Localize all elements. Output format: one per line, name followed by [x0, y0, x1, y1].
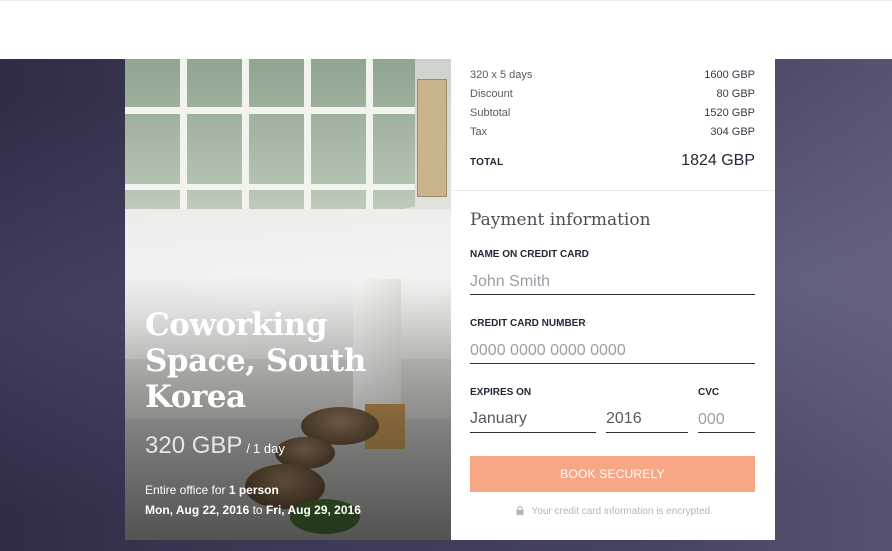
- price-unit: 1 day: [253, 441, 285, 456]
- expires-label: EXPIRES ON: [470, 387, 532, 398]
- price-amount: 320 GBP: [145, 432, 243, 459]
- summary-row: Discount 80 GBP: [470, 88, 755, 100]
- summary-value: 304 GBP: [710, 126, 755, 138]
- payment-heading: Payment information: [470, 210, 651, 230]
- cvc-label: CVC: [698, 387, 720, 398]
- photo-overlay: [125, 59, 451, 540]
- summary-value: 1600 GBP: [704, 69, 755, 81]
- summary-label: Discount: [470, 88, 513, 100]
- expires-year-select[interactable]: 2016: [606, 407, 688, 433]
- total-label: TOTAL: [470, 157, 504, 168]
- total-value: 1824 GBP: [681, 152, 755, 169]
- price-separator: /: [246, 441, 251, 456]
- card-name-input[interactable]: [470, 269, 755, 295]
- occupancy-people: 1 person: [228, 483, 279, 497]
- card-number-input[interactable]: [470, 338, 755, 364]
- total-row: TOTAL 1824 GBP: [470, 152, 755, 170]
- summary-value: 1520 GBP: [704, 107, 755, 119]
- secure-note: Your credit card information is encrypte…: [451, 506, 775, 518]
- lock-icon: [516, 506, 524, 518]
- top-header-bar: [0, 0, 892, 59]
- book-securely-button[interactable]: BOOK SECURELY: [470, 456, 755, 492]
- summary-row: Tax 304 GBP: [470, 126, 755, 138]
- date-connector: to: [252, 503, 263, 517]
- cvc-input[interactable]: [698, 407, 755, 433]
- summary-label: Tax: [470, 126, 488, 138]
- listing-price: 320 GBP / 1 day: [145, 432, 285, 460]
- occupancy-prefix: Entire office for: [145, 483, 226, 497]
- summary-row: 320 x 5 days 1600 GBP: [470, 69, 755, 81]
- summary-label: 320 x 5 days: [470, 69, 533, 81]
- listing-dates: Mon, Aug 22, 2016 to Fri, Aug 29, 2016: [145, 503, 361, 517]
- name-label: NAME ON CREDIT CARD: [470, 249, 589, 260]
- end-date: Fri, Aug 29, 2016: [265, 503, 361, 517]
- listing-title: Coworking Space, South Korea: [145, 307, 366, 415]
- listing-occupancy: Entire office for 1 person: [145, 483, 279, 497]
- summary-value: 80 GBP: [716, 88, 755, 100]
- start-date: Mon, Aug 22, 2016: [145, 503, 250, 517]
- listing-photo-card: Coworking Space, South Korea 320 GBP / 1…: [125, 59, 451, 540]
- summary-divider: [451, 190, 775, 191]
- booking-form-card: 320 x 5 days 1600 GBP Discount 80 GBP Su…: [451, 59, 775, 540]
- summary-label: Subtotal: [470, 107, 511, 119]
- secure-note-text: Your credit card information is encrypte…: [531, 506, 711, 517]
- expires-month-select[interactable]: January: [470, 407, 596, 433]
- summary-row: Subtotal 1520 GBP: [470, 107, 755, 119]
- card-number-label: CREDIT CARD NUMBER: [470, 318, 586, 329]
